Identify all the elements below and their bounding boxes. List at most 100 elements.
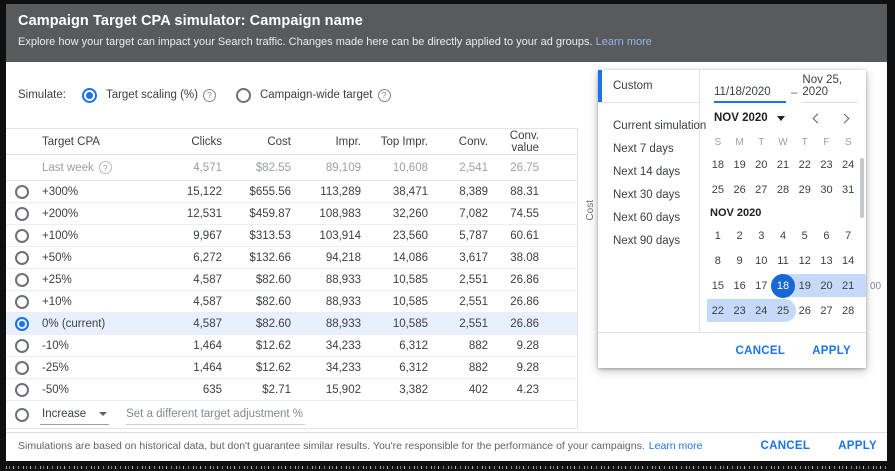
row-radio[interactable]: [15, 251, 29, 265]
calendar-day[interactable]: 20: [750, 159, 772, 171]
campaign-wide-target-radio[interactable]: [236, 88, 251, 103]
calendar-day[interactable]: 30: [816, 184, 838, 196]
calendar-day[interactable]: 31: [837, 184, 859, 196]
calendar-day[interactable]: 17: [750, 280, 772, 292]
row-radio[interactable]: [15, 295, 29, 309]
calendar-day[interactable]: 22: [794, 159, 816, 171]
table-row[interactable]: +300%15,122$655.56113,28938,4718,38988.3…: [6, 181, 577, 203]
obscured-background-text: [6, 466, 887, 469]
calendar-day[interactable]: 22: [707, 305, 729, 317]
end-date-input[interactable]: Nov 25, 2020: [802, 74, 858, 103]
date-picker-apply-button[interactable]: APPLY: [812, 345, 851, 357]
simulate-label: Simulate:: [18, 89, 66, 101]
calendar-day[interactable]: 18: [707, 159, 729, 171]
row-radio[interactable]: [15, 229, 29, 243]
preset-item[interactable]: Next 30 days: [598, 183, 699, 206]
calendar-day[interactable]: 14: [837, 255, 859, 267]
row-radio[interactable]: [15, 317, 29, 331]
help-icon[interactable]: ?: [378, 89, 391, 102]
table-row[interactable]: 0% (current)4,587$82.6088,93310,5852,551…: [6, 313, 577, 335]
calendar-day[interactable]: 28: [837, 305, 859, 317]
direction-dropdown[interactable]: Increase: [40, 405, 109, 425]
calendar-day[interactable]: 23: [816, 159, 838, 171]
next-month-icon[interactable]: [838, 110, 854, 126]
table-row[interactable]: +25%4,587$82.6088,93310,5852,55126.86: [6, 269, 577, 291]
calendar-day[interactable]: 28: [772, 184, 794, 196]
date-picker-footer: CANCEL APPLY: [598, 332, 866, 368]
header-learn-more-link[interactable]: Learn more: [596, 36, 652, 48]
calendar-day[interactable]: 19: [794, 280, 816, 292]
calendar-day[interactable]: 7: [837, 230, 859, 242]
custom-adjustment-radio[interactable]: [15, 408, 29, 422]
preset-item[interactable]: Next 60 days: [598, 206, 699, 229]
table-row[interactable]: +50%6,272$132.6694,21814,0863,61738.08: [6, 247, 577, 269]
footer-learn-more-link[interactable]: Learn more: [649, 440, 703, 452]
help-icon[interactable]: ?: [203, 89, 216, 102]
calendar-day[interactable]: 26: [729, 184, 751, 196]
calendar-day[interactable]: 19: [729, 159, 751, 171]
calendar-day[interactable]: 21: [772, 159, 794, 171]
calendar-day[interactable]: 29: [794, 184, 816, 196]
calendar-day[interactable]: 16: [729, 280, 751, 292]
weekday-label: W: [772, 137, 794, 148]
calendar-day[interactable]: 10: [750, 255, 772, 267]
row-radio[interactable]: [15, 185, 29, 199]
dialog-cancel-button[interactable]: CANCEL: [760, 440, 810, 452]
row-radio[interactable]: [15, 207, 29, 221]
calendar-day[interactable]: 26: [794, 305, 816, 317]
row-value: 26.86: [492, 296, 543, 308]
help-icon[interactable]: ?: [99, 161, 112, 174]
preset-custom[interactable]: Custom: [598, 70, 699, 103]
row-value: 7,082: [432, 208, 492, 220]
table-row[interactable]: -50%635$2.7115,9023,3824024.23: [6, 379, 577, 401]
calendar-day[interactable]: 6: [816, 230, 838, 242]
calendar-day[interactable]: 23: [729, 305, 751, 317]
dialog-apply-button[interactable]: APPLY: [838, 440, 877, 452]
target-scaling-radio[interactable]: [82, 88, 97, 103]
table-row[interactable]: -10%1,464$12.6234,2336,3128829.28: [6, 335, 577, 357]
row-radio[interactable]: [15, 339, 29, 353]
chevron-down-icon: [777, 116, 785, 121]
row-value: 10,585: [365, 296, 432, 308]
calendar-day[interactable]: 25: [772, 305, 794, 317]
calendar-day[interactable]: 25: [707, 184, 729, 196]
calendar-day[interactable]: 11: [772, 255, 794, 267]
calendar-day[interactable]: 27: [750, 184, 772, 196]
table-row[interactable]: +100%9,967$313.53103,91423,5605,78760.61: [6, 225, 577, 247]
calendar-day[interactable]: 27: [816, 305, 838, 317]
dialog-title: Campaign Target CPA simulator: Campaign …: [18, 13, 887, 29]
row-radio[interactable]: [15, 361, 29, 375]
preset-item[interactable]: Next 14 days: [598, 160, 699, 183]
calendar-day[interactable]: 13: [816, 255, 838, 267]
calendar-day[interactable]: 3: [750, 230, 772, 242]
calendar-day[interactable]: 1: [707, 230, 729, 242]
weekday-label: T: [794, 137, 816, 148]
calendar-day[interactable]: 24: [750, 305, 772, 317]
calendar-day[interactable]: 15: [707, 280, 729, 292]
calendar-day[interactable]: 2: [729, 230, 751, 242]
preset-item[interactable]: Next 90 days: [598, 229, 699, 252]
row-radio[interactable]: [15, 273, 29, 287]
target-adjustment-input[interactable]: Set a different target adjustment %: [126, 405, 305, 425]
calendar-day[interactable]: 5: [794, 230, 816, 242]
calendar-day[interactable]: 4: [772, 230, 794, 242]
calendar-day[interactable]: 9: [729, 255, 751, 267]
calendar-day[interactable]: 21: [837, 280, 859, 292]
calendar-day[interactable]: 12: [794, 255, 816, 267]
table-row[interactable]: +200%12,531$459.87108,98332,2607,08274.5…: [6, 203, 577, 225]
table-row[interactable]: -25%1,464$12.6234,2336,3128829.28: [6, 357, 577, 379]
calendar-day[interactable]: 24: [837, 159, 859, 171]
calendar-day[interactable]: 8: [707, 255, 729, 267]
row-radio[interactable]: [15, 383, 29, 397]
calendar-day[interactable]: 20: [816, 280, 838, 292]
calendar-day[interactable]: 18: [772, 280, 794, 292]
month-selector-dropdown[interactable]: NOV 2020: [714, 112, 785, 124]
date-picker-cancel-button[interactable]: CANCEL: [735, 345, 785, 357]
previous-month-icon[interactable]: [808, 110, 824, 126]
calendar-scrollbar[interactable]: [860, 158, 864, 218]
preset-item[interactable]: Next 7 days: [598, 137, 699, 160]
start-date-input[interactable]: 11/18/2020: [714, 86, 786, 103]
row-value: 38,471: [365, 186, 432, 198]
table-row[interactable]: +10%4,587$82.6088,93310,5852,55126.86: [6, 291, 577, 313]
preset-item[interactable]: Current simulation: [598, 114, 699, 137]
